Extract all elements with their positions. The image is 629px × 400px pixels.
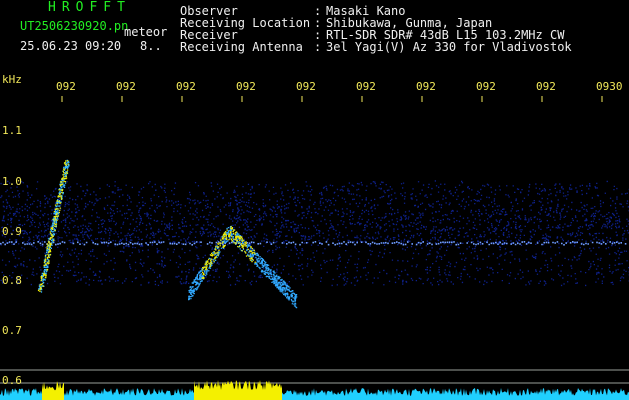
hrofft-window: HROFFT UT2506230920.pn meteor 25.06.23 0… [0, 0, 629, 400]
x-tick: 0930 [596, 80, 623, 93]
x-tick: 092 [56, 80, 76, 93]
x-tick: 092 [356, 80, 376, 93]
y-unit-label: kHz [2, 73, 22, 86]
noise-band [0, 180, 629, 287]
x-tick: 092 [296, 80, 316, 93]
arch-trace-core [201, 226, 256, 279]
spectrogram [0, 96, 629, 400]
tick-marks [61, 96, 603, 102]
x-tick: 092 [416, 80, 436, 93]
x-tick: 092 [116, 80, 136, 93]
y-tick: 0.6 [2, 374, 22, 387]
y-tick: 1.0 [2, 175, 22, 188]
y-tick: 0.9 [2, 225, 22, 238]
y-tick: 0.7 [2, 324, 22, 337]
x-tick: 092 [536, 80, 556, 93]
y-tick: 0.8 [2, 274, 22, 287]
x-tick: 092 [476, 80, 496, 93]
carrier-line [0, 241, 627, 246]
y-tick: 1.1 [2, 124, 22, 137]
level-floor [0, 388, 629, 400]
detection-burst [42, 381, 64, 400]
x-tick: 092 [236, 80, 256, 93]
x-tick: 092 [176, 80, 196, 93]
